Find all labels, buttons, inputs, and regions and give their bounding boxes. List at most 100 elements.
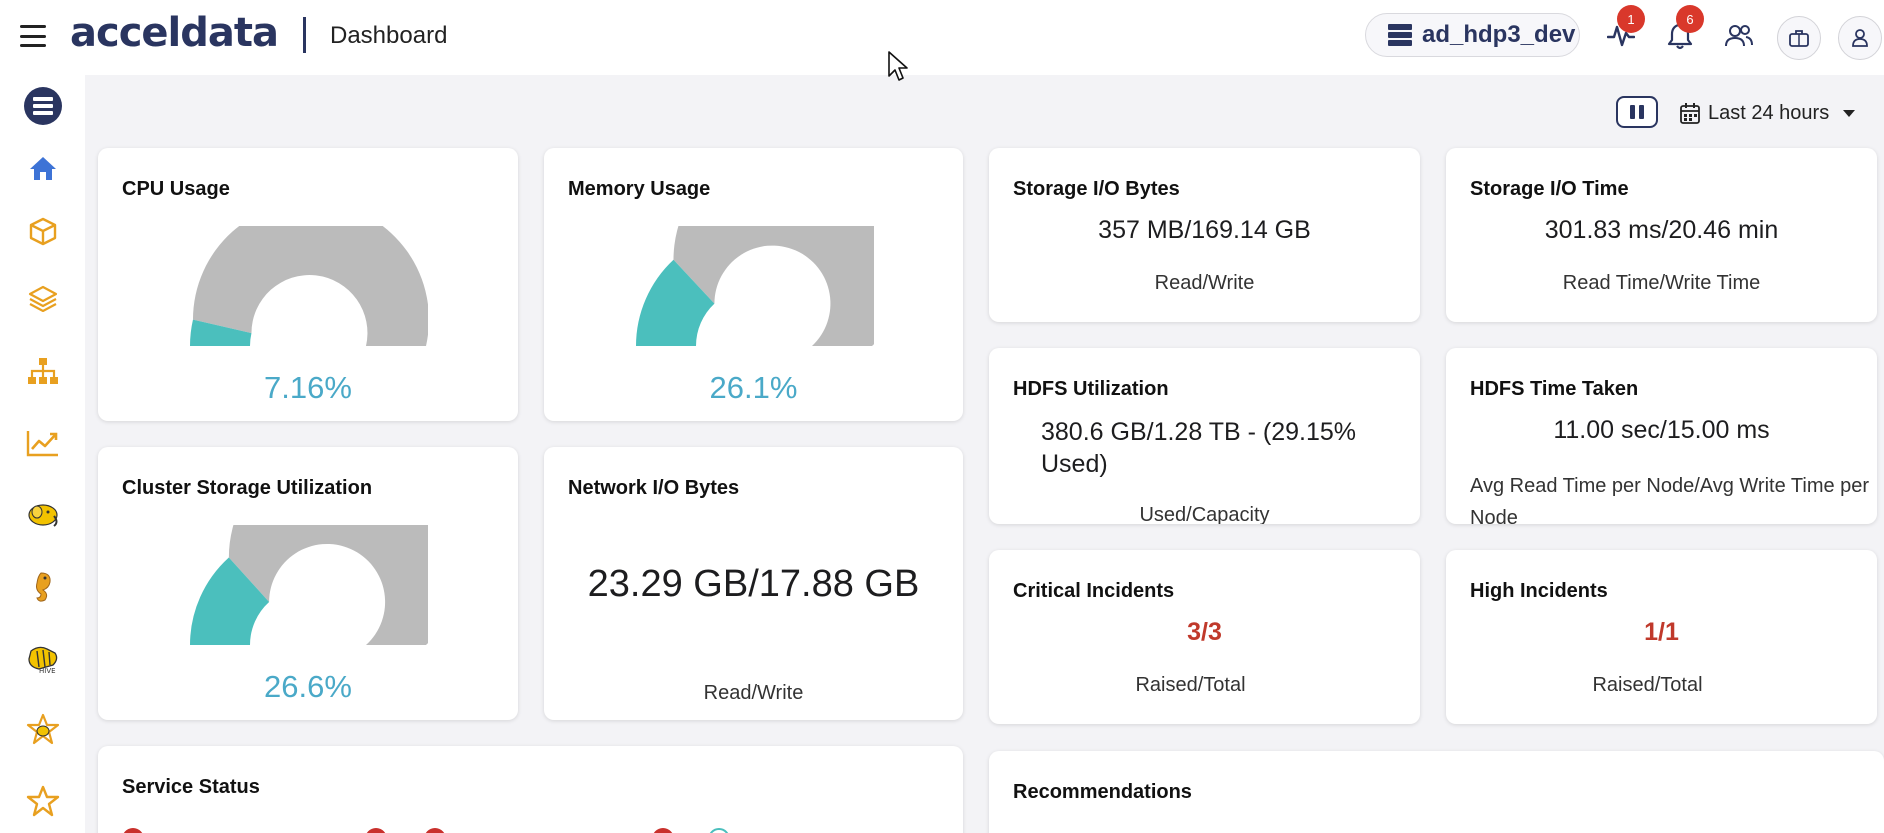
- sidebar: HIVE: [0, 75, 85, 833]
- cluster-name: ad_hdp3_dev: [1422, 21, 1576, 48]
- briefcase-icon: [1789, 30, 1809, 47]
- memory-gauge: [636, 226, 874, 346]
- critical-incidents-card: Critical Incidents 3/3 Raised/Total: [989, 550, 1420, 724]
- sidebar-item-home[interactable]: [22, 147, 64, 189]
- sidebar-item-sitemap[interactable]: [22, 350, 64, 392]
- memory-usage-card: Memory Usage 26.1%: [544, 148, 963, 421]
- service-status-card: Service Status: [98, 746, 963, 833]
- high-incidents-value[interactable]: 1/1: [1446, 618, 1877, 647]
- storage-io-time-card: Storage I/O Time 301.83 ms/20.46 min Rea…: [1446, 148, 1877, 322]
- hdfs-utilization-label: Used/Capacity: [1139, 504, 1270, 524]
- high-incidents-label: Raised/Total: [1592, 674, 1703, 696]
- status-dot[interactable]: [424, 828, 446, 833]
- sidebar-item-seahorse[interactable]: [22, 566, 64, 608]
- hamburger-icon[interactable]: [20, 25, 46, 47]
- card-title: Cluster Storage Utilization: [122, 477, 373, 499]
- hdfs-utilization-card: HDFS Utilization 380.6 GB/1.28 TB - (29.…: [989, 348, 1420, 524]
- card-title: HDFS Time Taken: [1470, 378, 1639, 400]
- status-dot[interactable]: [365, 828, 387, 833]
- pause-icon: [1630, 105, 1635, 119]
- storage-io-bytes-card: Storage I/O Bytes 357 MB/169.14 GB Read/…: [989, 148, 1420, 322]
- sidebar-item-servers[interactable]: [22, 85, 64, 127]
- server-icon: [1388, 24, 1412, 46]
- activity-button[interactable]: 1: [1601, 5, 1645, 56]
- hdfs-time-value: 11.00 sec/15.00 ms: [1553, 416, 1770, 444]
- card-title: Storage I/O Bytes: [1013, 178, 1180, 200]
- server-icon: [24, 87, 62, 125]
- svg-text:HIVE: HIVE: [39, 667, 56, 675]
- card-title: Network I/O Bytes: [568, 477, 740, 499]
- card-title: Storage I/O Time: [1470, 178, 1629, 200]
- notifications-button[interactable]: 6: [1660, 5, 1704, 56]
- page-title: Dashboard: [330, 22, 448, 49]
- hadoop-elephant-icon: [28, 504, 58, 527]
- star-icon: [26, 785, 60, 817]
- sidebar-item-hive[interactable]: HIVE: [22, 638, 64, 680]
- cpu-usage-card: CPU Usage 7.16%: [98, 148, 518, 421]
- sidebar-item-analytics[interactable]: [22, 422, 64, 464]
- status-dot[interactable]: [708, 828, 730, 833]
- home-icon: [30, 157, 56, 180]
- briefcase-button[interactable]: [1777, 16, 1821, 60]
- card-title: Critical Incidents: [1013, 580, 1175, 602]
- sitemap-icon: [28, 358, 58, 384]
- card-title: CPU Usage: [122, 178, 230, 200]
- gauge-track: [228, 525, 428, 645]
- service-status-indicators: [118, 828, 938, 833]
- sidebar-item-layers[interactable]: [22, 277, 64, 319]
- calendar-icon: [1680, 103, 1700, 124]
- sidebar-item-cube[interactable]: [22, 210, 64, 252]
- cpu-value: 7.16%: [264, 370, 352, 405]
- storage-io-bytes-label: Read/Write: [1154, 272, 1255, 294]
- card-title: Service Status: [122, 776, 260, 798]
- alerts-badge: 1: [1617, 5, 1645, 33]
- cluster-storage-gauge: [190, 525, 428, 645]
- hive-bee-icon: HIVE: [28, 646, 58, 675]
- top-header: acceldata Dashboard ad_hdp3_dev 1 6: [0, 0, 1884, 75]
- cluster-storage-value: 26.6%: [264, 669, 352, 704]
- pause-refresh-button[interactable]: [1616, 96, 1658, 128]
- time-range-label: Last 24 hours: [1708, 101, 1830, 124]
- star-bee-icon: [26, 713, 60, 745]
- critical-incidents-value[interactable]: 3/3: [989, 618, 1420, 647]
- user-profile-button[interactable]: [1838, 16, 1882, 60]
- notifications-badge: 6: [1676, 5, 1704, 33]
- network-io-value: 23.29 GB/17.88 GB: [587, 563, 920, 605]
- status-dot[interactable]: [122, 828, 144, 833]
- status-dot[interactable]: [652, 828, 674, 833]
- cluster-selector[interactable]: ad_hdp3_dev: [1365, 13, 1580, 57]
- mouse-cursor-icon: [888, 51, 908, 81]
- sidebar-item-hadoop[interactable]: [22, 494, 64, 536]
- seahorse-icon: [36, 572, 51, 602]
- storage-io-time-value: 301.83 ms/20.46 min: [1544, 216, 1779, 244]
- critical-incidents-label: Raised/Total: [1135, 674, 1246, 696]
- gauge-track: [673, 226, 874, 346]
- sidebar-item-star[interactable]: [22, 781, 64, 823]
- user-icon: [1852, 29, 1868, 47]
- storage-io-bytes-value: 357 MB/169.14 GB: [1098, 216, 1311, 244]
- users-icon: [1725, 25, 1753, 47]
- time-range-selector[interactable]: Last 24 hours: [1680, 98, 1856, 128]
- chevron-down-icon: [1843, 109, 1856, 117]
- card-title: High Incidents: [1470, 580, 1608, 602]
- network-io-card: Network I/O Bytes 23.29 GB/17.88 GB Read…: [544, 447, 963, 720]
- hdfs-utilization-value: 380.6 GB/1.28 TB - (29.15% Used): [1041, 418, 1357, 478]
- sidebar-item-star-bee[interactable]: [22, 709, 64, 751]
- cube-icon: [29, 217, 57, 246]
- cpu-gauge: [190, 226, 428, 346]
- layers-icon: [28, 285, 58, 312]
- storage-io-time-label: Read Time/Write Time: [1562, 272, 1761, 294]
- app-logo[interactable]: acceldata: [70, 10, 279, 56]
- network-io-label: Read/Write: [703, 682, 804, 704]
- users-button[interactable]: [1719, 16, 1759, 56]
- hdfs-time-label: Avg Read Time per Node/Avg Write Time pe…: [1470, 475, 1870, 524]
- memory-value: 26.1%: [709, 370, 798, 405]
- card-title: Recommendations: [1013, 781, 1192, 803]
- recommendations-card: Recommendations: [989, 751, 1884, 833]
- hdfs-time-card: HDFS Time Taken 11.00 sec/15.00 ms Avg R…: [1446, 348, 1877, 524]
- high-incidents-card: High Incidents 1/1 Raised/Total: [1446, 550, 1877, 724]
- card-title: HDFS Utilization: [1013, 378, 1169, 400]
- logo-divider: [303, 17, 306, 53]
- cluster-storage-card: Cluster Storage Utilization 26.6%: [98, 447, 518, 720]
- card-title: Memory Usage: [568, 178, 711, 200]
